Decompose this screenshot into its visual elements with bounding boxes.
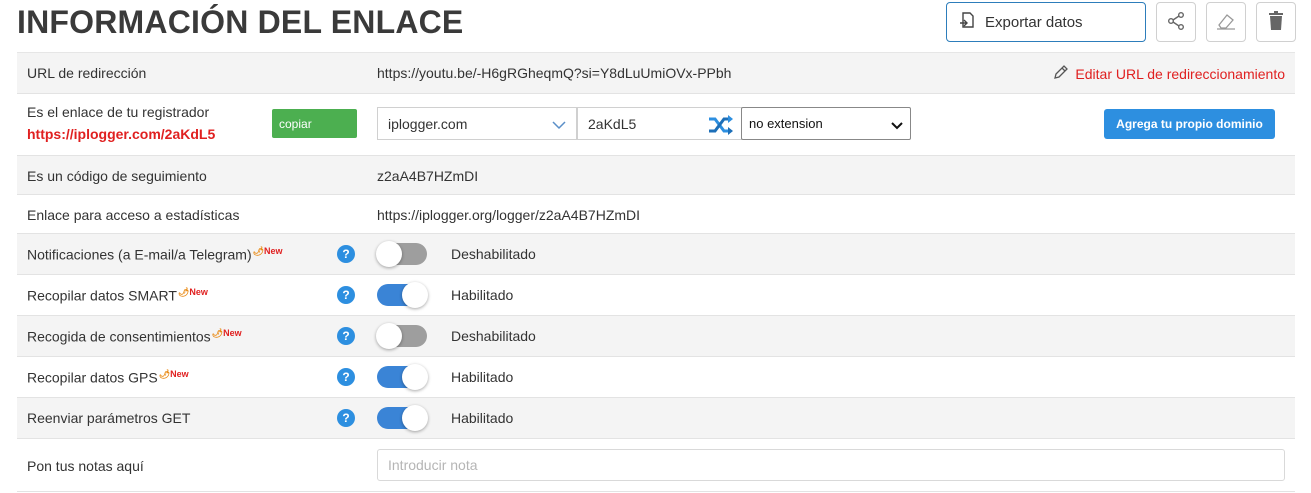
tracking-code-label: Es un código de seguimiento [27,168,207,184]
redirect-url-label: URL de redirección [27,65,147,81]
tracking-code-row: Es un código de seguimiento z2aA4B7HZmDI [17,156,1295,195]
flame-icon: 🌶 [211,328,224,338]
chevron-down-icon [891,118,903,133]
notifications-toggle[interactable] [376,241,427,267]
share-button[interactable] [1156,2,1196,42]
export-icon [959,11,985,33]
get-params-row: Reenviar parámetros GET ? Habilitado [17,398,1295,439]
smart-data-label: Recopilar datos SMART🌶New [27,287,208,304]
help-icon[interactable]: ? [337,327,355,345]
flame-icon: 🌶 [158,369,171,379]
get-params-toggle[interactable] [377,405,428,431]
new-badge: 🌶New [177,287,208,297]
redirect-url-value: https://youtu.be/-H6gRGheqmQ?si=Y8dLuUmi… [377,65,732,81]
new-badge: 🌶New [252,246,283,256]
extension-select-value: no extension [749,116,823,131]
trash-icon [1268,10,1284,34]
export-data-label: Exportar datos [985,13,1083,31]
stats-link-row: Enlace para acceso a estadísticas https:… [17,195,1295,234]
add-own-domain-button[interactable]: Agrega tu propio dominio [1104,109,1275,139]
chevron-down-icon [552,117,566,133]
smart-data-toggle[interactable] [377,282,428,308]
get-params-label: Reenviar parámetros GET [27,410,191,426]
edit-redirect-url-label: Editar URL de redireccionamiento [1075,66,1285,82]
help-icon[interactable]: ? [337,245,355,263]
notifications-status: Deshabilitado [451,246,536,262]
flame-icon: 🌶 [177,287,190,297]
pencil-icon [1052,64,1075,84]
smart-data-row: Recopilar datos SMART🌶New ? Habilitado [17,275,1295,316]
help-icon[interactable]: ? [337,368,355,386]
consent-row: Recogida de consentimientos🌶New ? Deshab… [17,316,1295,357]
consent-label: Recogida de consentimientos🌶New [27,328,242,345]
domain-select[interactable]: iplogger.com [377,107,577,140]
edit-redirect-url-link[interactable]: Editar URL de redireccionamiento [1052,64,1285,84]
smart-data-status: Habilitado [451,287,514,303]
consent-status: Deshabilitado [451,328,536,344]
page-title: INFORMACIÓN DEL ENLACE [17,4,464,40]
export-data-button[interactable]: Exportar datos [946,2,1146,42]
copy-button[interactable]: copiar [272,109,357,138]
gps-data-toggle[interactable] [377,364,428,390]
eraser-icon [1215,11,1237,34]
link-info-table: URL de redirección https://youtu.be/-H6g… [17,52,1295,492]
stats-link-label: Enlace para acceso a estadísticas [27,207,240,223]
delete-button[interactable] [1256,2,1296,42]
registrar-link-label: Es el enlace de tu registrador [27,104,210,120]
registrar-link-row: Es el enlace de tu registrador https://i… [17,94,1295,156]
shuffle-icon[interactable] [708,114,734,139]
registrar-link[interactable]: https://iplogger.com/2aKdL5 [27,126,215,142]
domain-select-value: iplogger.com [388,115,468,132]
clear-stats-button[interactable] [1206,2,1246,42]
gps-data-row: Recopilar datos GPS🌶New ? Habilitado [17,357,1295,398]
new-badge: 🌶New [158,369,189,379]
notifications-label: Notificaciones (a E-mail/a Telegram)🌶New [27,246,283,263]
redirect-url-row: URL de redirección https://youtu.be/-H6g… [17,53,1295,94]
flame-icon: 🌶 [252,246,265,256]
help-icon[interactable]: ? [337,286,355,304]
new-badge: 🌶New [211,328,242,338]
stats-link-value[interactable]: https://iplogger.org/logger/z2aA4B7HZmDI [377,207,640,223]
tracking-code-value: z2aA4B7HZmDI [377,168,479,184]
help-icon[interactable]: ? [337,409,355,427]
consent-toggle[interactable] [376,323,427,349]
gps-data-status: Habilitado [451,369,514,385]
get-params-status: Habilitado [451,410,514,426]
notes-row: Pon tus notas aquí Introducir nota [17,439,1295,492]
extension-select[interactable]: no extension [741,107,911,140]
gps-data-label: Recopilar datos GPS🌶New [27,369,189,386]
notes-input[interactable]: Introducir nota [377,449,1285,481]
share-icon [1166,11,1186,34]
notes-label: Pon tus notas aquí [27,458,144,474]
notifications-row: Notificaciones (a E-mail/a Telegram)🌶New… [17,234,1295,275]
